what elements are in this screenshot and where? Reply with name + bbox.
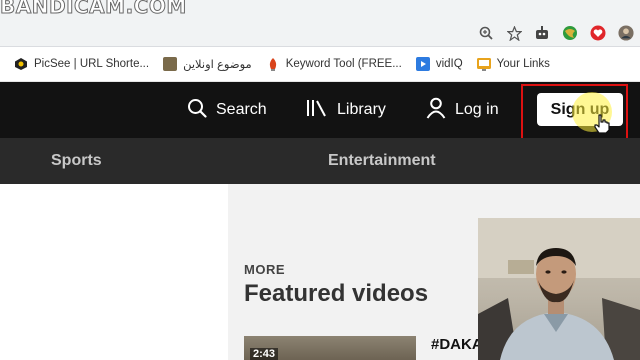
section-kicker: MORE [244, 262, 285, 277]
bookmark-label: Your Links [496, 58, 550, 70]
bookmark-label: موضوع اونلاين [183, 59, 252, 71]
library-label: Library [337, 101, 386, 118]
bookmark-star-icon[interactable] [506, 25, 522, 41]
category-sports[interactable]: Sports [51, 138, 102, 184]
extension-heart-icon[interactable] [590, 25, 606, 41]
bookmarks-bar: PicSee | URL Shorte... موضوع اونلاين Key… [0, 47, 640, 82]
bookmark-arabic-site[interactable]: موضوع اونلاين [163, 57, 252, 71]
library-button[interactable]: Library [306, 82, 386, 138]
category-entertainment[interactable]: Entertainment [328, 138, 436, 184]
zoom-icon[interactable] [478, 25, 494, 41]
profile-avatar-icon[interactable] [618, 25, 634, 41]
links-icon [476, 57, 491, 71]
address-bar-actions [478, 22, 640, 44]
login-button[interactable]: Log in [426, 82, 499, 138]
vidiq-icon [415, 57, 430, 71]
hand-cursor-icon [594, 114, 610, 139]
bookmark-vidiq[interactable]: vidIQ [415, 57, 463, 71]
library-icon [306, 98, 328, 123]
extension-robot-icon[interactable] [534, 25, 550, 41]
search-button[interactable]: Search [187, 82, 267, 138]
search-icon [187, 98, 207, 123]
video-thumbnail[interactable]: 2:43 [244, 336, 416, 360]
left-panel [0, 184, 228, 360]
section-title: Featured videos [244, 280, 429, 307]
video-hashtag[interactable]: #DAKA [431, 336, 483, 353]
bookmark-label: vidIQ [435, 58, 463, 70]
presenter-figure [478, 218, 640, 360]
browser-toolbar: BANDICAM.COM [0, 0, 640, 47]
recorder-watermark: BANDICAM.COM [0, 0, 187, 19]
search-label: Search [216, 101, 267, 118]
bookmark-picsee[interactable]: PicSee | URL Shorte... [14, 57, 149, 71]
webcam-overlay [478, 218, 640, 360]
bookmark-keyword-tool[interactable]: Keyword Tool (FREE... [266, 57, 402, 71]
extension-globe-icon[interactable] [562, 25, 578, 41]
bookmark-your-links[interactable]: Your Links [476, 57, 550, 71]
bookmark-label: Keyword Tool (FREE... [285, 58, 402, 70]
video-duration: 2:43 [250, 348, 279, 360]
user-icon [426, 97, 446, 124]
category-nav: Sports Entertainment [0, 138, 640, 184]
keyword-tool-icon [266, 57, 280, 71]
bookmark-label: PicSee | URL Shorte... [34, 58, 150, 70]
login-label: Log in [455, 101, 499, 118]
picsee-icon [14, 57, 28, 71]
site-thumbnail-icon [163, 57, 178, 71]
